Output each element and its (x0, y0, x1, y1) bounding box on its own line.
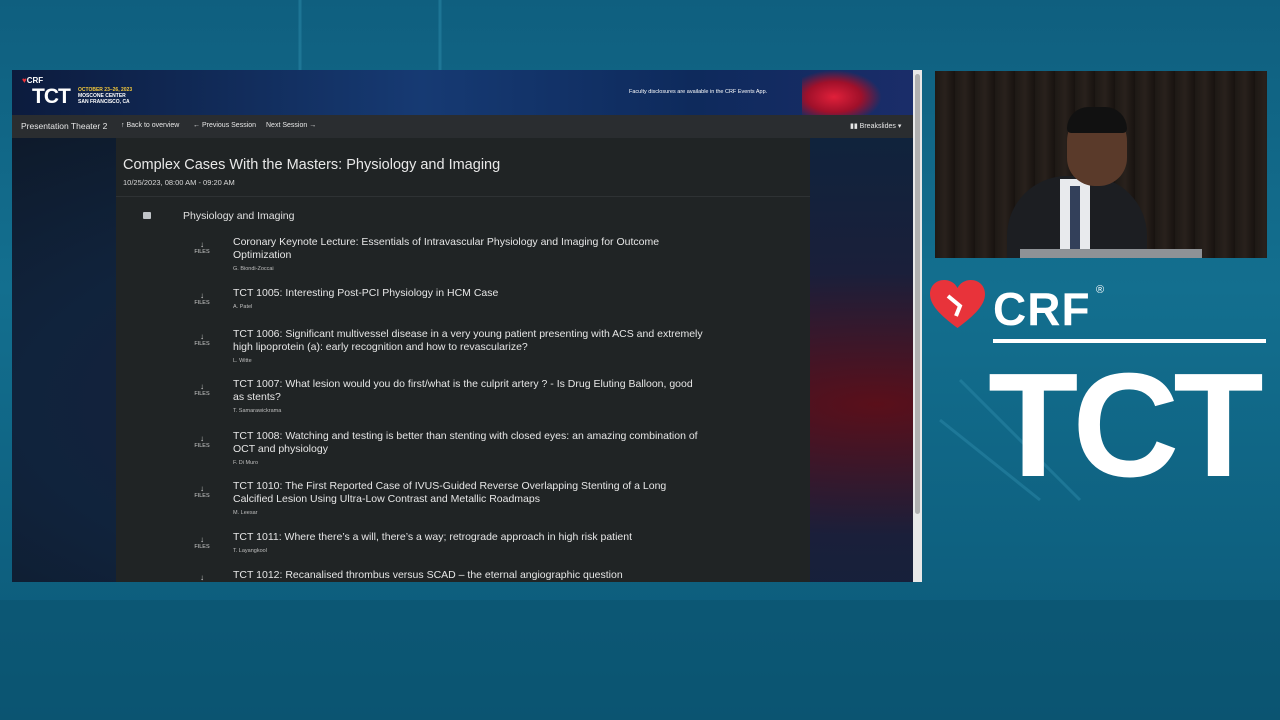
files-download-button[interactable]: ↓FILES (188, 535, 216, 550)
speaker-hair (1067, 107, 1127, 133)
talk-author: M. Leesar (233, 510, 257, 516)
download-icon: ↓ (188, 573, 216, 582)
talk-author: T. Layangkool (233, 548, 267, 554)
arrow-right-icon: → (309, 122, 316, 129)
navbar: Presentation Theater 2 ↑ Back to overvie… (12, 115, 922, 138)
files-download-button[interactable]: ↓FILES (188, 240, 216, 255)
crf-heart-icon (930, 280, 985, 330)
download-icon: ↓ (188, 434, 216, 443)
files-label: FILES (188, 249, 216, 255)
speaker-tie (1070, 186, 1080, 256)
talk-title[interactable]: TCT 1010: The First Reported Case of IVU… (233, 480, 703, 506)
talk-author: F. Di Muro (233, 460, 258, 466)
event-dates: OCTOBER 23–26, 2023 MOSCONE CENTER SAN F… (78, 87, 132, 105)
content-area: Complex Cases With the Masters: Physiolo… (12, 138, 922, 582)
pause-icon: ▮▮ (850, 123, 858, 130)
podium (1020, 249, 1202, 258)
theater-name: Presentation Theater 2 (21, 121, 107, 131)
heart-image (802, 70, 882, 115)
files-label: FILES (188, 300, 216, 306)
files-label: FILES (188, 544, 216, 550)
talk-title[interactable]: TCT 1011: Where there’s a will, there’s … (233, 531, 703, 544)
download-icon: ↓ (188, 332, 216, 341)
talk-title[interactable]: TCT 1006: Significant multivessel diseas… (233, 328, 703, 354)
files-download-button[interactable]: ↓FILES (188, 434, 216, 449)
breakslides-dropdown[interactable]: ▮▮ Breakslides ▾ (850, 122, 901, 130)
download-icon: ↓ (188, 291, 216, 300)
talk-author: T. Samarawickrama (233, 408, 281, 414)
caret-down-icon: ▾ (898, 123, 902, 130)
arrow-left-icon: ← (193, 122, 200, 129)
previous-session-link[interactable]: ← Previous Session (193, 122, 256, 129)
speaker-video (935, 71, 1267, 258)
registered-mark: ® (1096, 284, 1104, 296)
files-download-button[interactable]: ↓FILES (188, 332, 216, 347)
scrollbar[interactable] (913, 70, 922, 582)
download-icon: ↓ (188, 240, 216, 249)
next-session-link[interactable]: Next Session → (266, 122, 316, 129)
download-icon: ↓ (188, 382, 216, 391)
talk-title[interactable]: Coronary Keynote Lecture: Essentials of … (233, 236, 703, 262)
talk-title[interactable]: TCT 1008: Watching and testing is better… (233, 430, 703, 456)
files-label: FILES (188, 391, 216, 397)
arrow-up-icon: ↑ (121, 122, 125, 129)
files-label: FILES (188, 493, 216, 499)
download-icon: ↓ (188, 535, 216, 544)
files-label: FILES (188, 443, 216, 449)
talk-title[interactable]: TCT 1005: Interesting Post-PCI Physiolog… (233, 287, 703, 300)
talk-list: ↓FILESCoronary Keynote Lecture: Essentia… (116, 138, 810, 582)
event-banner: ♥CRF TCT OCTOBER 23–26, 2023 MOSCONE CEN… (12, 70, 922, 115)
files-download-button[interactable]: ↓FILES (188, 291, 216, 306)
talk-author: G. Biondi-Zoccai (233, 266, 274, 272)
files-download-button[interactable]: ↓FILES (188, 573, 216, 582)
scrollbar-thumb[interactable] (915, 74, 920, 514)
files-download-button[interactable]: ↓FILES (188, 484, 216, 499)
files-download-button[interactable]: ↓FILES (188, 382, 216, 397)
talk-title[interactable]: TCT 1012: Recanalised thrombus versus SC… (233, 569, 703, 582)
talk-title[interactable]: TCT 1007: What lesion would you do first… (233, 378, 703, 404)
download-icon: ↓ (188, 484, 216, 493)
files-label: FILES (188, 341, 216, 347)
crf-text: CRF (993, 282, 1091, 336)
talk-author: L. Witte (233, 358, 252, 364)
crf-mini-logo: ♥CRF (22, 76, 43, 85)
tct-logo: TCT (988, 352, 1258, 500)
back-to-overview-link[interactable]: ↑ Back to overview (121, 122, 179, 129)
disclosure-text: Faculty disclosures are available in the… (629, 89, 767, 95)
tct-mini-logo: TCT (32, 85, 70, 109)
talk-author: A. Patel (233, 304, 252, 310)
session-panel: Complex Cases With the Masters: Physiolo… (116, 138, 810, 582)
presentation-screen: ♥CRF TCT OCTOBER 23–26, 2023 MOSCONE CEN… (12, 70, 922, 582)
